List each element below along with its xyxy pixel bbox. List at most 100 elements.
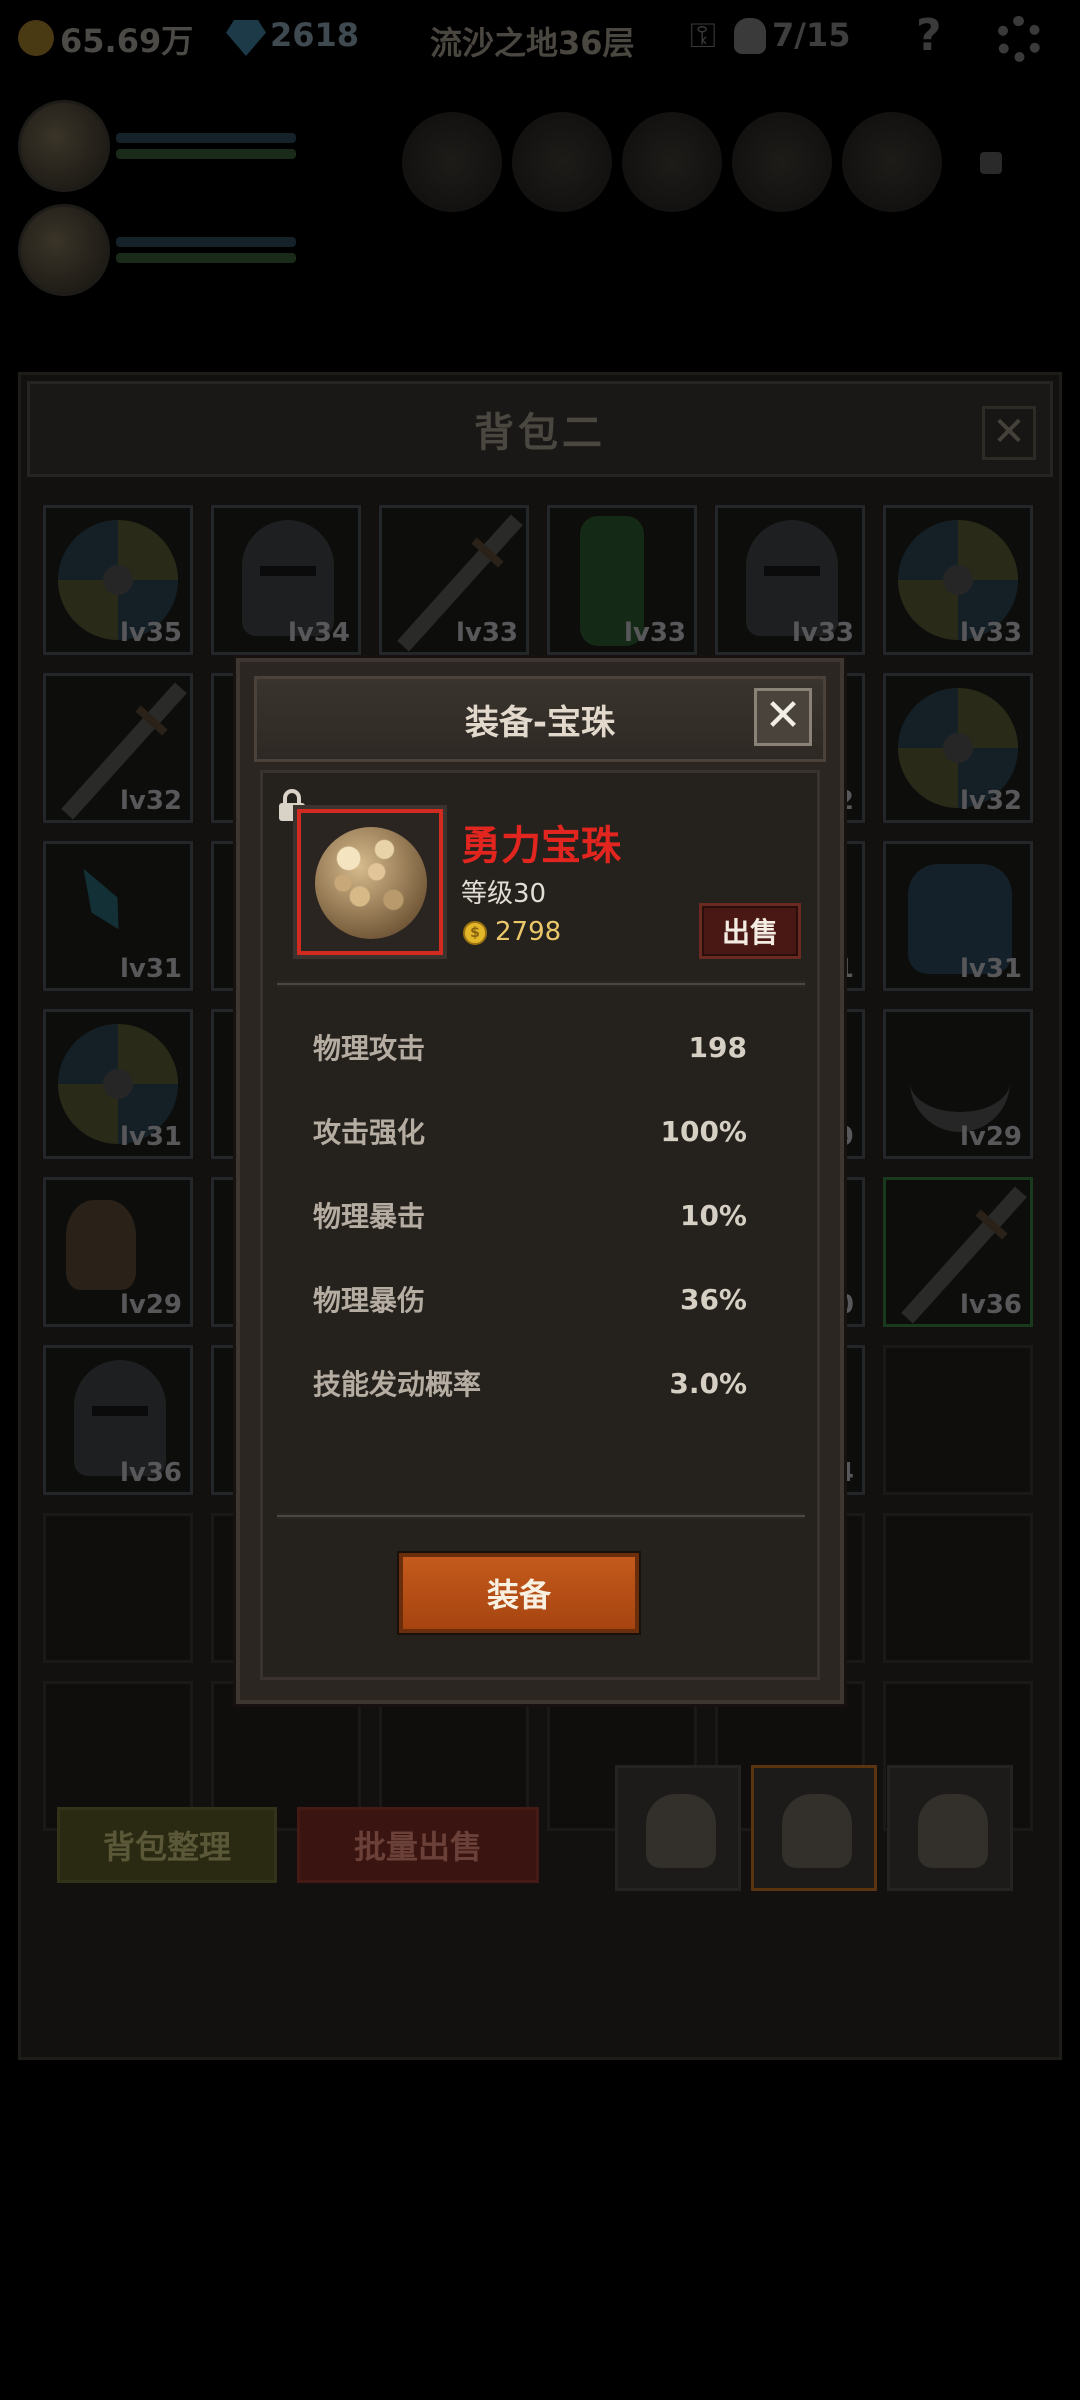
hero-portrait[interactable] bbox=[18, 204, 110, 296]
help-button[interactable]: ? bbox=[916, 10, 942, 61]
divider bbox=[277, 981, 805, 987]
item-level-label: lv33 bbox=[455, 618, 518, 648]
dialog-title: 装备-宝珠 bbox=[464, 702, 616, 743]
stats-list: 物理攻击 198 攻击强化 100% 物理暴击 10% 物理暴伤 36% 技能发动概率 3.0% bbox=[313, 1005, 747, 1425]
stat-row: 物理暴伤 36% bbox=[313, 1257, 747, 1341]
kill-counter: 7/15 bbox=[772, 16, 851, 54]
equip-button[interactable]: 装备 bbox=[399, 1553, 639, 1633]
item-level-label: lv32 bbox=[119, 786, 182, 816]
inventory-slot[interactable]: lv36 bbox=[43, 1345, 193, 1495]
item-price: 2798 bbox=[495, 917, 562, 947]
bag-tab-2[interactable] bbox=[751, 1765, 877, 1891]
hero-list bbox=[18, 100, 296, 308]
key-icon: ⚿ bbox=[690, 16, 716, 56]
coin-icon: $ bbox=[463, 921, 487, 945]
hp-bar bbox=[116, 133, 296, 143]
inventory-slot[interactable]: lv31 bbox=[883, 841, 1033, 991]
inventory-slot[interactable]: lv35 bbox=[43, 505, 193, 655]
inventory-slot[interactable]: lv33 bbox=[379, 505, 529, 655]
dialog-header: 装备-宝珠 bbox=[254, 676, 826, 762]
stage-name: 流沙之地36层 bbox=[430, 24, 635, 62]
item-level-label: lv33 bbox=[791, 618, 854, 648]
stat-name: 技能发动概率 bbox=[313, 1368, 482, 1401]
top-hud: 65.69万 2618 流沙之地36层 ⚿ 7/15 ? bbox=[0, 0, 1080, 78]
team-slot[interactable] bbox=[842, 112, 942, 212]
team-slot[interactable] bbox=[402, 112, 502, 212]
hp-bar bbox=[116, 237, 296, 247]
backpack-close-button[interactable]: ✕ bbox=[982, 406, 1036, 460]
item-detail-dialog: 装备-宝珠 ✕ 勇力宝珠 等级30 $ 2798 出售 物理攻击 198 攻击强化 1… bbox=[236, 658, 844, 1704]
stat-row: 物理攻击 198 bbox=[313, 1005, 747, 1089]
inventory-slot[interactable]: lv33 bbox=[547, 505, 697, 655]
scroll-icon bbox=[66, 1200, 136, 1290]
backpack-icon bbox=[646, 1794, 716, 1868]
backpack-title: 背包二 bbox=[474, 410, 606, 456]
team-slots bbox=[402, 112, 942, 212]
bag-tab-1[interactable] bbox=[615, 1765, 741, 1891]
stat-name: 物理攻击 bbox=[313, 1032, 426, 1065]
gold-coin-icon bbox=[18, 20, 54, 56]
item-level-label: lv33 bbox=[623, 618, 686, 648]
team-slot[interactable] bbox=[732, 112, 832, 212]
inventory-slot[interactable]: lv29 bbox=[883, 1009, 1033, 1159]
stat-row: 物理暴击 10% bbox=[313, 1173, 747, 1257]
inventory-slot[interactable]: lv32 bbox=[43, 673, 193, 823]
hero-row[interactable] bbox=[18, 204, 296, 296]
team-slot[interactable] bbox=[512, 112, 612, 212]
backpack-icon bbox=[918, 1794, 988, 1868]
item-level-label: lv31 bbox=[119, 1122, 182, 1152]
inventory-slot[interactable]: lv31 bbox=[43, 1009, 193, 1159]
orb-icon bbox=[315, 827, 427, 939]
settings-gear-icon[interactable] bbox=[996, 16, 1042, 62]
stat-name: 物理暴伤 bbox=[313, 1284, 426, 1317]
skull-icon bbox=[734, 18, 766, 54]
divider bbox=[277, 1513, 805, 1519]
stat-name: 攻击强化 bbox=[313, 1116, 426, 1149]
sell-button[interactable]: 出售 bbox=[699, 903, 801, 959]
inventory-slot[interactable] bbox=[883, 1345, 1033, 1495]
stat-value: 36% bbox=[679, 1282, 747, 1316]
bag-tab-3[interactable] bbox=[887, 1765, 1013, 1891]
gem-amount: 2618 bbox=[270, 16, 360, 54]
batch-sell-button[interactable]: 批量出售 bbox=[297, 1807, 539, 1883]
stat-value: 198 bbox=[688, 1030, 747, 1064]
backpack-header: 背包二 ✕ bbox=[27, 381, 1053, 477]
inventory-slot[interactable]: lv29 bbox=[43, 1177, 193, 1327]
inventory-slot[interactable]: lv34 bbox=[211, 505, 361, 655]
hero-row[interactable] bbox=[18, 100, 296, 192]
hero-portrait[interactable] bbox=[18, 100, 110, 192]
item-level-label: lv31 bbox=[119, 954, 182, 984]
item-level-label: lv29 bbox=[119, 1290, 182, 1320]
inventory-slot[interactable]: lv32 bbox=[883, 673, 1033, 823]
item-level-label: lv36 bbox=[119, 1458, 182, 1488]
diamond-icon bbox=[226, 20, 266, 56]
inventory-slot[interactable]: lv33 bbox=[715, 505, 865, 655]
item-level-label: lv35 bbox=[119, 618, 182, 648]
stat-value: 3.0% bbox=[669, 1366, 747, 1400]
sort-bag-button[interactable]: 背包整理 bbox=[57, 1807, 277, 1883]
dialog-body: 勇力宝珠 等级30 $ 2798 出售 物理攻击 198 攻击强化 100% 物理暴击 1… bbox=[260, 770, 820, 1680]
sickle-icon bbox=[910, 1052, 1010, 1132]
item-level-label: lv31 bbox=[959, 954, 1022, 984]
dialog-close-button[interactable]: ✕ bbox=[754, 688, 812, 746]
item-icon-frame bbox=[297, 809, 443, 955]
mp-bar bbox=[116, 253, 296, 263]
inventory-slot[interactable]: lv36 bbox=[883, 1177, 1033, 1327]
item-level: 等级30 bbox=[461, 879, 547, 909]
backpack-icon bbox=[782, 1794, 852, 1868]
stat-row: 技能发动概率 3.0% bbox=[313, 1341, 747, 1425]
inventory-slot[interactable]: lv31 bbox=[43, 841, 193, 991]
mp-bar bbox=[116, 149, 296, 159]
slot-lock-icon bbox=[980, 152, 1002, 174]
item-name: 勇力宝珠 bbox=[461, 823, 621, 869]
inventory-slot[interactable]: lv33 bbox=[883, 505, 1033, 655]
inventory-slot-empty[interactable] bbox=[43, 1513, 193, 1663]
item-level-label: lv32 bbox=[959, 786, 1022, 816]
stat-row: 攻击强化 100% bbox=[313, 1089, 747, 1173]
item-level-label: lv34 bbox=[287, 618, 350, 648]
dagger-icon bbox=[71, 861, 132, 937]
item-level-label: lv36 bbox=[959, 1290, 1022, 1320]
inventory-slot-empty[interactable] bbox=[883, 1513, 1033, 1663]
team-slot[interactable] bbox=[622, 112, 722, 212]
stat-value: 10% bbox=[679, 1198, 747, 1232]
